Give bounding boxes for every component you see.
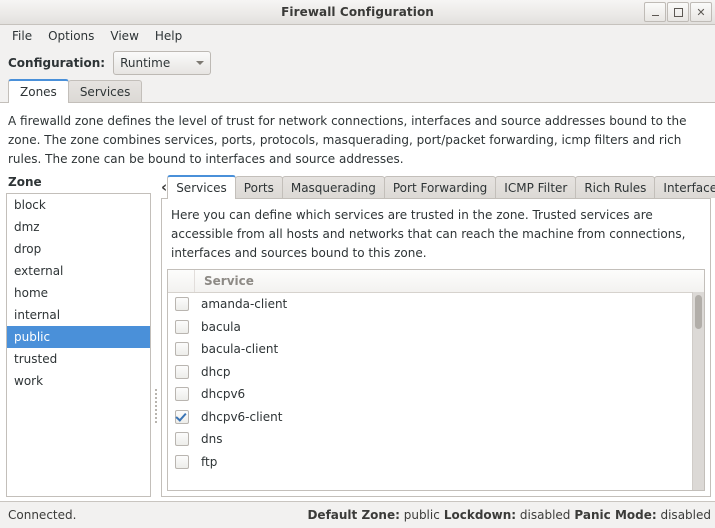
zone-item-block[interactable]: block [7, 194, 150, 216]
tab-services[interactable]: Services [68, 80, 143, 102]
zone-item-trusted[interactable]: trusted [7, 348, 150, 370]
service-row-amanda-client[interactable]: amanda-client [168, 293, 704, 316]
service-label-ftp: ftp [201, 455, 217, 469]
services-treeview[interactable]: Service amanda-client bacula [167, 269, 705, 491]
service-label-dhcpv6-client: dhcpv6-client [201, 410, 282, 424]
service-checkbox-dhcp[interactable] [175, 365, 189, 379]
default-zone-value: public [404, 508, 440, 522]
lockdown-value: disabled [520, 508, 571, 522]
service-label-dns: dns [201, 432, 222, 446]
service-checkbox-ftp[interactable] [175, 455, 189, 469]
window-title: Firewall Configuration [281, 5, 434, 19]
main-notebook: Zones Services A firewalld zone defines … [0, 79, 715, 501]
zone-list[interactable]: block dmz drop external home internal pu… [6, 193, 151, 497]
chevron-down-icon [196, 61, 204, 65]
service-checkbox-amanda-client[interactable] [175, 297, 189, 311]
configuration-select[interactable]: Runtime [113, 51, 211, 75]
panic-mode-value: disabled [660, 508, 711, 522]
zone-item-home[interactable]: home [7, 282, 150, 304]
service-row-bacula-client[interactable]: bacula-client [168, 338, 704, 361]
service-row-ftp[interactable]: ftp [168, 451, 704, 474]
main-tabstrip: Zones Services [0, 79, 715, 103]
service-checkbox-dns[interactable] [175, 432, 189, 446]
zone-detail-panel: ‹ Services Ports Masquerading Port Forwa… [161, 175, 711, 497]
pane-splitter[interactable] [151, 175, 161, 497]
menu-options[interactable]: Options [40, 27, 102, 45]
firewall-configuration-window: Firewall Configuration ✕ File Options Vi… [0, 0, 715, 528]
tab-ports[interactable]: Ports [235, 176, 283, 198]
service-row-dhcpv6[interactable]: dhcpv6 [168, 383, 704, 406]
configuration-label: Configuration: [8, 56, 105, 70]
maximize-button[interactable] [667, 2, 689, 22]
titlebar: Firewall Configuration ✕ [0, 0, 715, 25]
lockdown-status: Lockdown: disabled [444, 508, 571, 522]
services-rows: amanda-client bacula bacula-client [168, 293, 704, 490]
menubar: File Options View Help [0, 25, 715, 47]
column-header-service: Service [195, 274, 254, 288]
zone-detail-tabstrip: ‹ Services Ports Masquerading Port Forwa… [161, 175, 711, 199]
service-label-bacula: bacula [201, 320, 241, 334]
menu-file[interactable]: File [4, 27, 40, 45]
service-checkbox-bacula[interactable] [175, 320, 189, 334]
tab-services-inner[interactable]: Services [167, 175, 236, 199]
service-label-dhcp: dhcp [201, 365, 230, 379]
zones-paned: Zone block dmz drop external home intern… [0, 175, 715, 501]
service-row-dhcp[interactable]: dhcp [168, 361, 704, 384]
close-icon: ✕ [696, 7, 705, 18]
zone-item-external[interactable]: external [7, 260, 150, 282]
splitter-grip-icon [155, 389, 157, 423]
zone-item-dmz[interactable]: dmz [7, 216, 150, 238]
service-checkbox-dhcpv6[interactable] [175, 387, 189, 401]
tab-icmp-filter[interactable]: ICMP Filter [495, 176, 576, 198]
maximize-icon [674, 8, 683, 17]
default-zone-label: Default Zone: [307, 508, 399, 522]
window-controls: ✕ [644, 2, 712, 22]
zone-item-work[interactable]: work [7, 370, 150, 392]
column-header-checkbox [168, 270, 195, 292]
minimize-icon [652, 15, 659, 16]
services-page: Here you can define which services are t… [161, 199, 711, 497]
services-column-headers: Service [168, 270, 704, 293]
zone-item-drop[interactable]: drop [7, 238, 150, 260]
tab-masquerading[interactable]: Masquerading [282, 176, 385, 198]
tab-rich-rules[interactable]: Rich Rules [575, 176, 655, 198]
service-checkbox-bacula-client[interactable] [175, 342, 189, 356]
service-label-dhcpv6: dhcpv6 [201, 387, 245, 401]
service-row-dns[interactable]: dns [168, 428, 704, 451]
services-scrollbar-thumb[interactable] [695, 295, 702, 329]
zone-list-header: Zone [6, 175, 151, 193]
zones-page: A firewalld zone defines the level of tr… [0, 103, 715, 501]
panic-mode-status: Panic Mode: disabled [574, 508, 711, 522]
connection-status: Connected. [8, 508, 76, 522]
service-label-bacula-client: bacula-client [201, 342, 278, 356]
tab-port-forwarding[interactable]: Port Forwarding [384, 176, 496, 198]
configuration-selected-value: Runtime [120, 56, 170, 70]
menu-help[interactable]: Help [147, 27, 190, 45]
panic-mode-label: Panic Mode: [574, 508, 656, 522]
zone-description: A firewalld zone defines the level of tr… [0, 103, 715, 175]
statusbar: Connected. Default Zone: public Lockdown… [0, 501, 715, 528]
close-button[interactable]: ✕ [690, 2, 712, 22]
status-summary: Default Zone: public Lockdown: disabled … [307, 508, 713, 522]
service-label-amanda-client: amanda-client [201, 297, 287, 311]
service-checkbox-dhcpv6-client[interactable] [175, 410, 189, 424]
configuration-bar: Configuration: Runtime [0, 47, 715, 79]
zone-item-public[interactable]: public [7, 326, 150, 348]
services-description: Here you can define which services are t… [167, 205, 705, 269]
zone-item-internal[interactable]: internal [7, 304, 150, 326]
lockdown-label: Lockdown: [444, 508, 516, 522]
service-row-bacula[interactable]: bacula [168, 316, 704, 339]
tab-interfaces[interactable]: Interfaces [654, 176, 715, 198]
minimize-button[interactable] [644, 2, 666, 22]
default-zone-status: Default Zone: public [307, 508, 439, 522]
services-scrollbar[interactable] [692, 292, 704, 490]
tab-zones[interactable]: Zones [8, 79, 69, 103]
zone-panel: Zone block dmz drop external home intern… [6, 175, 151, 497]
menu-view[interactable]: View [102, 27, 146, 45]
service-row-dhcpv6-client[interactable]: dhcpv6-client [168, 406, 704, 429]
